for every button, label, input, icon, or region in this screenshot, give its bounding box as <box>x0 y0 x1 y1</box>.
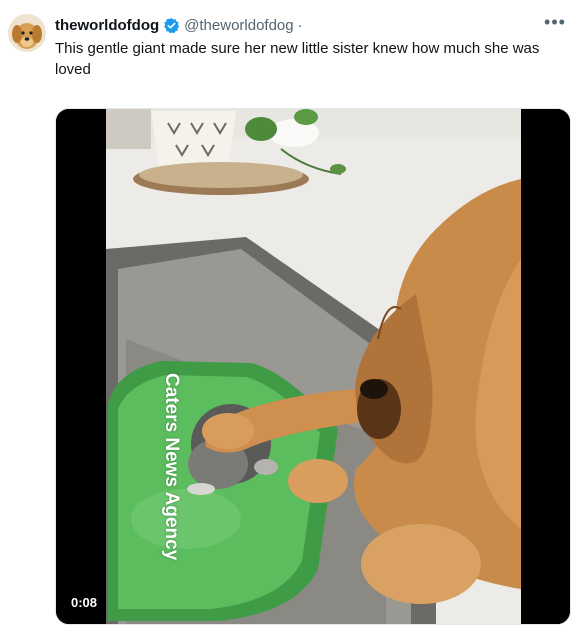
watermark-text: Caters News Agency <box>161 373 182 561</box>
tweet[interactable]: theworldofdog @theworldofdog · ••• This … <box>0 0 579 631</box>
avatar[interactable] <box>8 14 46 52</box>
display-name[interactable]: theworldofdog <box>55 17 159 34</box>
video-player[interactable]: Caters News Agency 0:08 <box>55 108 571 625</box>
video-duration-badge: 0:08 <box>66 593 103 612</box>
dog-avatar-image <box>8 14 46 52</box>
handle[interactable]: @theworldofdog <box>184 17 293 34</box>
tweet-text: This gentle giant made sure her new litt… <box>55 40 540 78</box>
more-options-button[interactable]: ••• <box>543 12 567 32</box>
more-horizontal-icon: ••• <box>544 11 566 32</box>
video-frame <box>56 109 570 624</box>
tweet-header: theworldofdog @theworldofdog · <box>55 14 303 36</box>
verified-badge-icon <box>163 17 180 34</box>
separator-dot: · <box>297 16 303 34</box>
